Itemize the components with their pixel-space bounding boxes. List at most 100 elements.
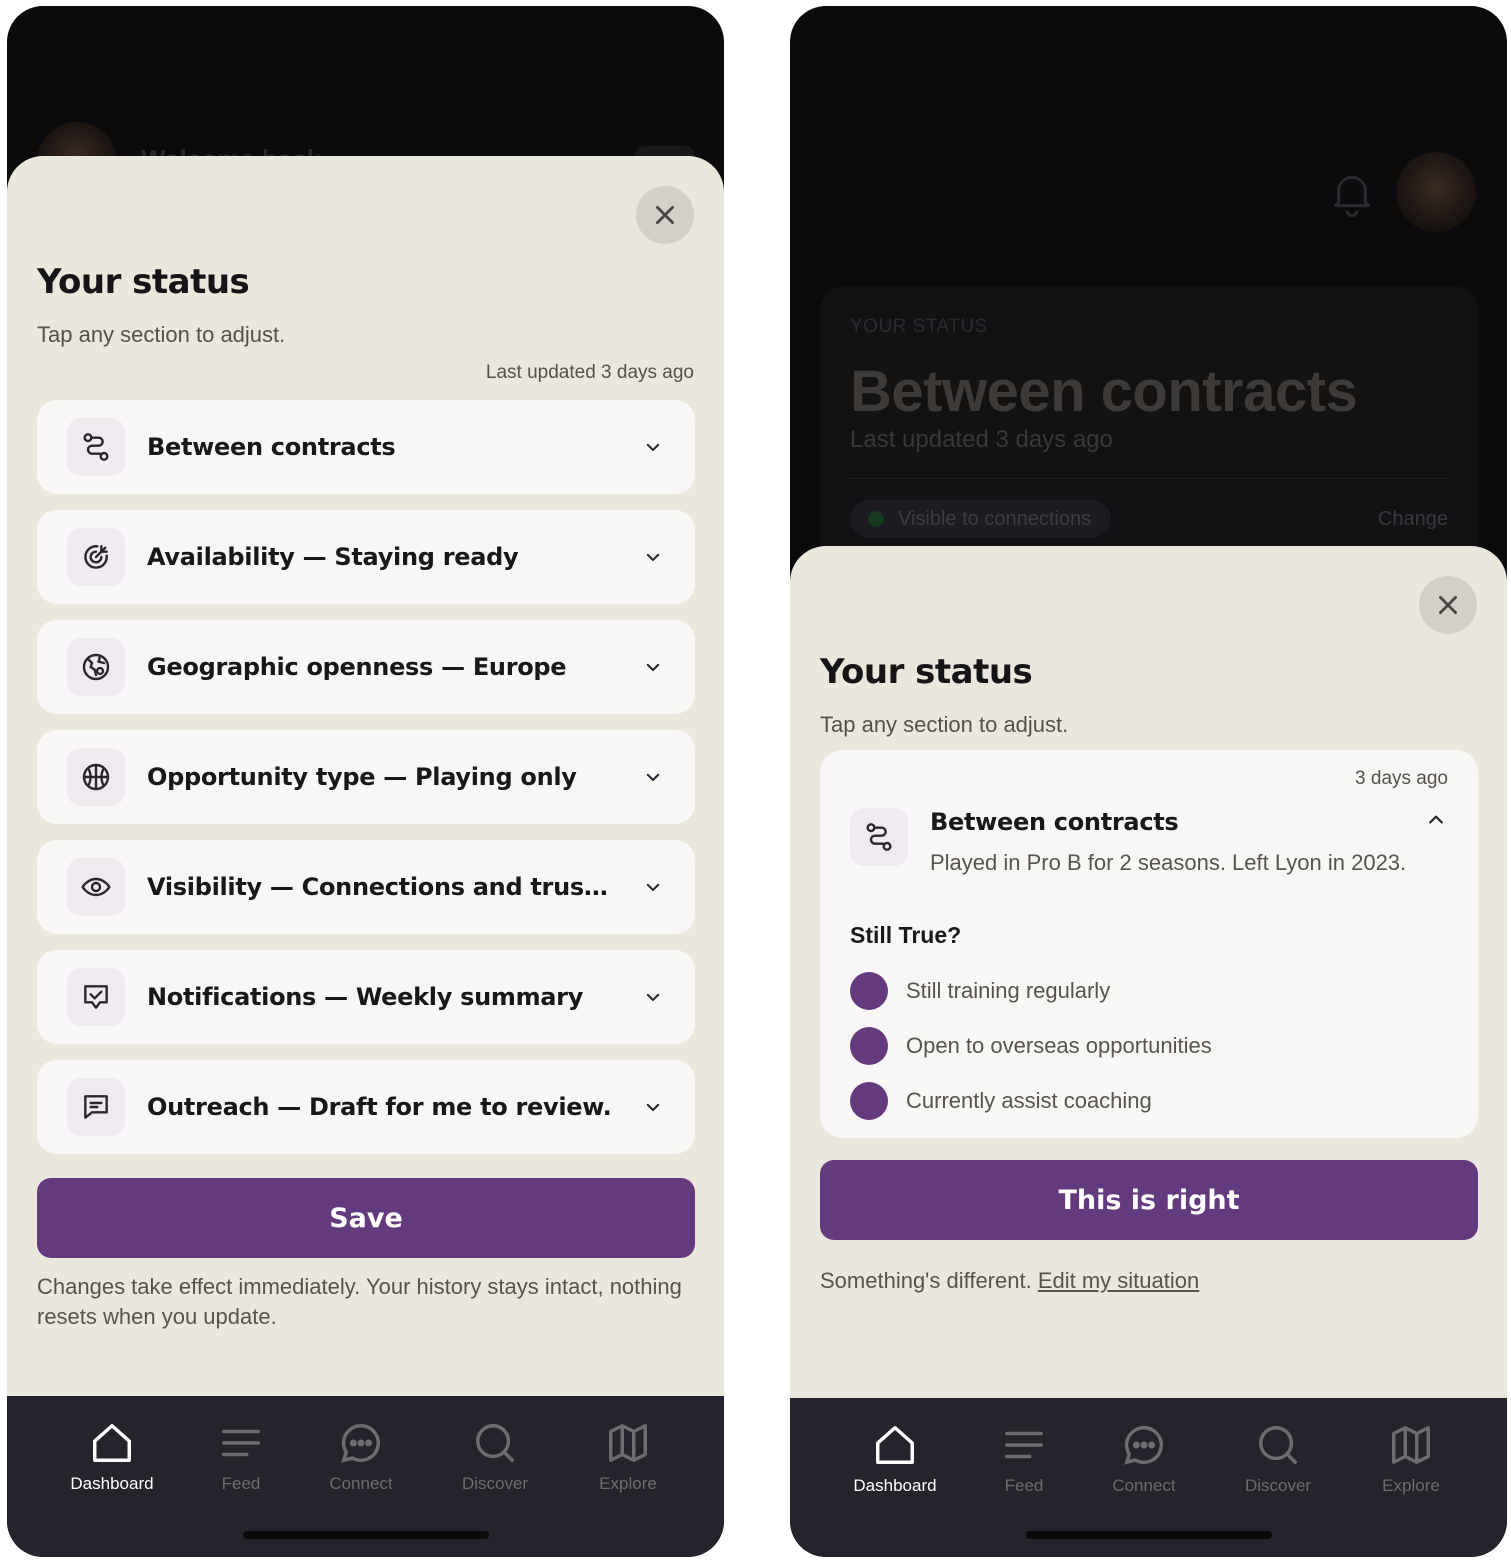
check-item[interactable]: Currently assist coaching: [850, 1082, 1152, 1120]
pill-label: Visible to connections: [898, 508, 1092, 530]
row-label: Outreach — Draft for me to review.: [147, 1093, 612, 1121]
check-label: Currently assist coaching: [906, 1088, 1152, 1113]
route-icon: [850, 808, 908, 866]
chevron-up-icon[interactable]: [1426, 810, 1446, 830]
visibility-pill: Visible to connections: [850, 500, 1112, 538]
card-label: YOUR STATUS: [850, 316, 988, 337]
chevron-down-icon: [643, 657, 663, 677]
tab-dashboard[interactable]: Dashboard: [835, 1422, 955, 1496]
chat-icon: [341, 1424, 380, 1463]
status-row-contract[interactable]: Between contracts: [37, 400, 695, 494]
status-row-outreach[interactable]: Outreach — Draft for me to review.: [37, 1060, 695, 1154]
row-label: Opportunity type — Playing only: [147, 763, 577, 791]
status-dot: [868, 511, 884, 527]
map-icon: [609, 1424, 647, 1462]
last-updated: Last updated 3 days ago: [485, 362, 694, 383]
check-radio[interactable]: [850, 972, 888, 1010]
tab-label: Explore: [599, 1474, 657, 1493]
phone-right: YOUR STATUS Between contracts Last updat…: [790, 6, 1507, 1557]
tab-label: Feed: [221, 1474, 261, 1493]
edit-situation-link[interactable]: Edit my situation: [1038, 1268, 1199, 1293]
tab-dashboard[interactable]: Dashboard: [52, 1420, 172, 1494]
target-icon: [67, 528, 125, 586]
different-text: Something's different.: [820, 1268, 1032, 1293]
confirm-button[interactable]: This is right: [820, 1160, 1478, 1240]
tab-connect[interactable]: Connect: [301, 1420, 421, 1494]
still-true-label: Still True?: [850, 922, 962, 948]
row-label: Availability — Staying ready: [147, 543, 519, 571]
tab-label: Feed: [1004, 1476, 1044, 1495]
tab-label: Connect: [1112, 1476, 1176, 1495]
globe-pin-icon: [67, 638, 125, 696]
status-row-geographic[interactable]: Geographic openness — Europe: [37, 620, 695, 714]
chevron-down-icon: [643, 987, 663, 1007]
tab-discover[interactable]: Discover: [435, 1420, 555, 1494]
different-line: Something's different. Edit my situation: [820, 1268, 1199, 1294]
tab-discover[interactable]: Discover: [1218, 1422, 1338, 1496]
search-icon: [1259, 1426, 1297, 1464]
expanded-title: Between contracts: [930, 808, 1179, 836]
message-icon: [67, 1078, 125, 1136]
phone-left: Welcome back Your status Tap any section…: [7, 6, 724, 1557]
status-card: YOUR STATUS Between contracts Last updat…: [820, 286, 1478, 586]
footnote: Changes take effect immediately. Your hi…: [37, 1274, 682, 1329]
home-icon: [93, 1424, 131, 1462]
chevron-down-icon: [643, 437, 663, 457]
tab-explore[interactable]: Explore: [1351, 1422, 1471, 1496]
tab-feed[interactable]: Feed: [964, 1422, 1084, 1496]
home-indicator: [242, 1531, 489, 1539]
chat-icon: [1124, 1426, 1163, 1465]
row-label: Between contracts: [147, 433, 396, 461]
tab-label: Discover: [461, 1474, 529, 1493]
sheet-subtitle: Tap any section to adjust.: [37, 322, 286, 347]
tab-label: Dashboard: [70, 1474, 154, 1493]
chevron-down-icon: [643, 1097, 663, 1117]
expanded-description: Played in Pro B for 2 seasons. Left Lyon…: [930, 850, 1407, 875]
chevron-down-icon: [643, 767, 663, 787]
row-label: Geographic openness — Europe: [147, 653, 567, 681]
eye-icon: [67, 858, 125, 916]
feed-icon: [1005, 1431, 1043, 1459]
status-sheet: Your status Tap any section to adjust. 3…: [790, 546, 1507, 1398]
map-icon: [1392, 1426, 1430, 1464]
divider: [850, 478, 1448, 479]
close-icon: [656, 206, 674, 224]
tab-bar: Dashboard Feed Connect Discover Explore: [7, 1396, 724, 1557]
check-label: Open to overseas opportunities: [906, 1033, 1212, 1058]
close-button[interactable]: [1419, 576, 1477, 634]
check-item[interactable]: Still training regularly: [850, 972, 1110, 1010]
tab-label: Discover: [1244, 1476, 1312, 1495]
status-row-notifications[interactable]: Notifications — Weekly summary: [37, 950, 695, 1044]
home-icon: [876, 1426, 914, 1464]
change-link[interactable]: Change: [1378, 508, 1448, 531]
bell-icon: [1333, 175, 1371, 218]
status-row-availability[interactable]: Availability — Staying ready: [37, 510, 695, 604]
expanded-status-card: 3 days ago Between contracts Played in P…: [820, 750, 1478, 1138]
tab-label: Dashboard: [853, 1476, 937, 1495]
home-indicator: [1025, 1531, 1272, 1539]
row-label: Visibility — Connections and trusted ne…: [147, 873, 615, 901]
updated-ago: 3 days ago: [1355, 768, 1448, 789]
check-radio[interactable]: [850, 1027, 888, 1065]
tab-feed[interactable]: Feed: [181, 1420, 301, 1494]
check-shield-icon: [67, 968, 125, 1026]
route-icon: [67, 418, 125, 476]
status-row-visibility[interactable]: Visibility — Connections and trusted ne…: [37, 840, 695, 934]
tab-label: Explore: [1382, 1476, 1440, 1495]
close-button[interactable]: [636, 186, 694, 244]
sheet-title: Your status: [37, 262, 250, 302]
tab-explore[interactable]: Explore: [568, 1420, 688, 1494]
search-icon: [476, 1424, 514, 1462]
close-icon: [1439, 596, 1457, 614]
avatar[interactable]: [1396, 152, 1476, 232]
check-item[interactable]: Open to overseas opportunities: [850, 1027, 1212, 1065]
status-sheet: Your status Tap any section to adjust. L…: [7, 156, 724, 1396]
card-subtitle: Last updated 3 days ago: [850, 426, 1113, 453]
status-row-opportunity[interactable]: Opportunity type — Playing only: [37, 730, 695, 824]
chevron-down-icon: [643, 547, 663, 567]
check-radio[interactable]: [850, 1082, 888, 1120]
sheet-subtitle: Tap any section to adjust.: [820, 712, 1069, 737]
save-button[interactable]: Save: [37, 1178, 695, 1258]
sheet-title: Your status: [820, 652, 1033, 692]
tab-connect[interactable]: Connect: [1084, 1422, 1204, 1496]
